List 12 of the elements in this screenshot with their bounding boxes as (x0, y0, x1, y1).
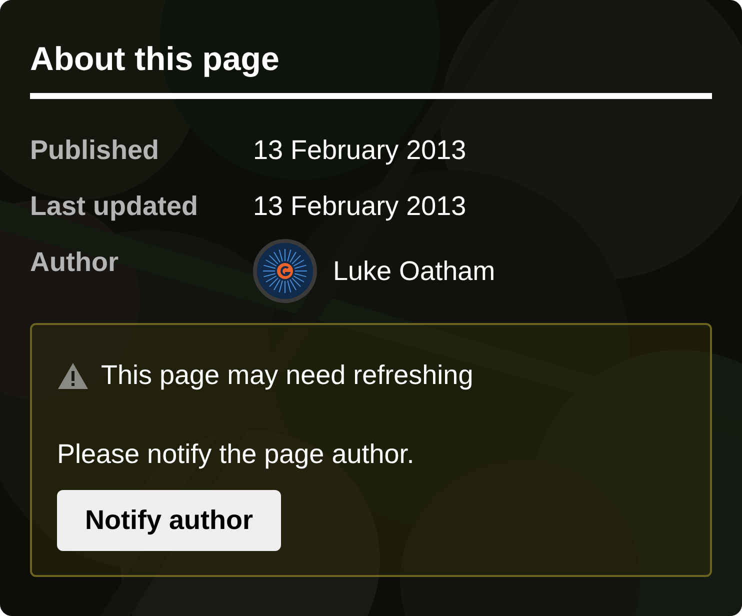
notice-heading: This page may need refreshing (101, 359, 474, 392)
avatar-icon (253, 239, 317, 304)
warning-icon (57, 362, 89, 390)
panel-title: About this page (30, 39, 280, 79)
detail-label: Author (30, 246, 120, 280)
detail-label: Last updated (30, 190, 200, 224)
detail-value: 13 February 2013 (253, 190, 468, 224)
author-name: Luke Oatham (333, 255, 496, 288)
notify-author-button[interactable]: Notify author (57, 490, 281, 551)
detail-label: Published (30, 134, 160, 168)
detail-value: 13 February 2013 (253, 134, 468, 168)
notice-message: Please notify the page author. (57, 438, 416, 471)
